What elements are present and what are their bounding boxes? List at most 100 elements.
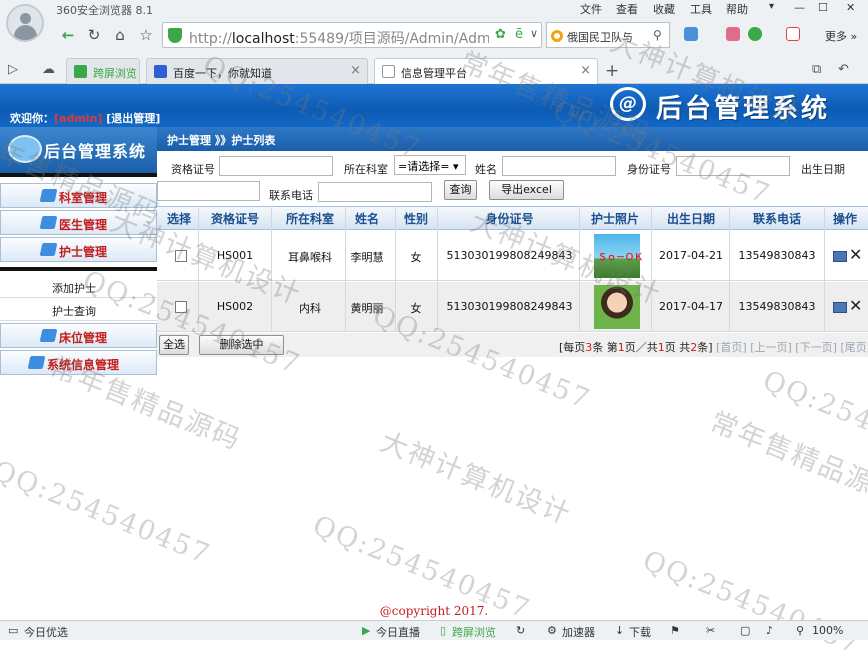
security-icon[interactable] (748, 27, 762, 41)
delete-icon[interactable]: ✕ (849, 245, 862, 264)
first-page-link[interactable]: [首页] (716, 341, 747, 354)
menu-file[interactable]: 文件 (580, 1, 602, 17)
id-input[interactable] (676, 156, 790, 176)
sidebar-item-nurse[interactable]: 护士管理 (0, 237, 157, 262)
cert-label: 资格证号 (171, 163, 215, 176)
sidebar-item-doctor[interactable]: 医生管理 (0, 210, 157, 235)
menu-favorites[interactable]: 收藏 (653, 1, 675, 17)
restore-tab-icon[interactable]: ⧉ (812, 62, 821, 77)
secure-icon[interactable]: ✿ (495, 27, 506, 42)
phone-input[interactable] (318, 182, 432, 202)
sidebar-toggle-icon[interactable]: ▷ (8, 62, 18, 77)
sidebar-subitem-query-nurse[interactable]: 护士查询 (0, 299, 157, 321)
volume-icon[interactable]: ♪ (766, 624, 773, 637)
pen-icon (39, 243, 58, 256)
status-icon[interactable]: ▭ (8, 624, 18, 637)
favorite-star-icon[interactable]: ☆ (136, 25, 156, 45)
row-checkbox[interactable] (175, 250, 187, 262)
cloud-icon[interactable]: ☁ (42, 62, 55, 77)
maximize-icon[interactable]: ☐ (818, 1, 828, 14)
page-header: 欢迎你：[admin] [退出管理] @ 后台管理系统 (0, 84, 868, 127)
divider (198, 206, 199, 332)
cell-id: 513030199808249843 (446, 249, 573, 262)
delete-selected-button[interactable]: 删除选中 (199, 335, 284, 355)
home-icon[interactable]: ⌂ (110, 25, 130, 45)
today-picks-link[interactable]: 今日优选 (24, 624, 68, 640)
menu-tools[interactable]: 工具 (690, 1, 712, 17)
dept-select[interactable]: =请选择= ▾ (394, 155, 466, 175)
more-button[interactable]: 更多 » (825, 28, 857, 44)
cross-screen-link[interactable]: 跨屏浏览 (452, 624, 496, 640)
refresh-icon[interactable]: ↻ (516, 624, 525, 637)
translate-icon[interactable] (786, 27, 800, 41)
divider (824, 206, 825, 332)
search-icon[interactable]: ⚲ (653, 28, 662, 42)
edit-icon[interactable] (833, 302, 847, 313)
col-photo: 护士照片 (590, 212, 639, 226)
edit-icon[interactable] (833, 251, 847, 262)
menu-help[interactable]: 帮助 (726, 1, 748, 17)
col-gender: 性别 (403, 212, 428, 226)
query-button[interactable]: 查询 (444, 180, 477, 200)
back-icon[interactable]: ← (58, 25, 78, 45)
sidebar-item-bed[interactable]: 床位管理 (0, 323, 157, 348)
window-icon[interactable]: ▢ (740, 624, 750, 637)
menu-view[interactable]: 查看 (616, 1, 638, 17)
birth-label: 出生日期 (801, 163, 845, 176)
row-checkbox[interactable] (175, 301, 187, 313)
screenshot-icon[interactable]: ✂ (706, 624, 715, 637)
prev-page-link[interactable]: [上一页] (750, 341, 792, 354)
delete-icon[interactable]: ✕ (849, 296, 862, 315)
sidebar-item-system-info[interactable]: 系统信息管理 (0, 350, 157, 375)
live-link[interactable]: 今日直播 (376, 624, 420, 640)
tab-cross-screen[interactable]: 跨屏浏览 (66, 58, 140, 84)
flag-icon[interactable]: ⚑ (670, 624, 680, 637)
name-input[interactable] (502, 156, 616, 176)
mail-icon[interactable] (726, 27, 740, 41)
close-window-icon[interactable]: ✕ (846, 1, 855, 14)
undo-icon[interactable]: ↶ (838, 62, 849, 77)
divider (579, 206, 580, 332)
close-tab-icon[interactable]: × (580, 63, 591, 78)
last-page-link[interactable]: [尾页] (840, 341, 868, 354)
speed-icon[interactable]: ē (515, 27, 523, 42)
phone-icon (74, 65, 87, 78)
chevron-down-icon[interactable]: ∨ (530, 27, 538, 40)
close-tab-icon[interactable]: × (350, 63, 361, 78)
tab-baidu[interactable]: 百度一下，你就知道 × (146, 58, 368, 84)
download-icon: ↓ (615, 624, 625, 637)
browser-status-bar: ▭ 今日优选 ▶ 今日直播 ▯ 跨屏浏览 ↻ ⚙ 加速器 ↓ 下载 ⚑ ✂ ▢ … (0, 620, 868, 640)
name-label: 姓名 (475, 163, 497, 176)
birth-input[interactable] (157, 181, 260, 201)
logout-link[interactable]: [退出管理] (106, 112, 160, 125)
sidebar-logo-icon (8, 135, 42, 163)
apps-icon[interactable] (684, 27, 698, 41)
tab-admin[interactable]: 信息管理平台 × (374, 58, 598, 84)
divider (395, 206, 396, 332)
search-input[interactable]: 俄国民卫队与 (567, 29, 647, 45)
watermark: QQ:254540457 (638, 545, 866, 661)
user-name: [admin] (54, 112, 103, 125)
sidebar-subitem-add-nurse[interactable]: 添加护士 (0, 276, 157, 298)
address-bar[interactable]: http://localhost:55489/项目源码/Admin/Admir … (162, 22, 542, 48)
play-icon: ▶ (362, 624, 371, 637)
select-all-button[interactable]: 全选 (159, 335, 189, 355)
skin-icon[interactable]: ▾ (769, 1, 774, 12)
sidebar-item-department[interactable]: 科室管理 (0, 183, 157, 208)
cell-name: 李明慧 (350, 251, 384, 264)
accelerator-link[interactable]: 加速器 (562, 624, 595, 640)
zoom-level[interactable]: 100% (812, 624, 843, 637)
avatar[interactable] (6, 4, 44, 42)
new-tab-icon[interactable]: + (605, 61, 619, 81)
cert-input[interactable] (219, 156, 333, 176)
pen-icon (39, 216, 58, 229)
refresh-icon[interactable]: ↻ (84, 25, 104, 45)
minimize-icon[interactable]: — (794, 1, 805, 14)
download-link[interactable]: 下载 (629, 624, 651, 640)
next-page-link[interactable]: [下一页] (795, 341, 837, 354)
search-box[interactable]: 俄国民卫队与 ⚲ (546, 22, 670, 48)
address-text[interactable]: http://localhost:55489/项目源码/Admin/Admir (189, 28, 489, 48)
pen-icon (27, 356, 46, 369)
col-name: 姓名 (354, 212, 379, 226)
export-excel-button[interactable]: 导出excel (489, 180, 564, 200)
